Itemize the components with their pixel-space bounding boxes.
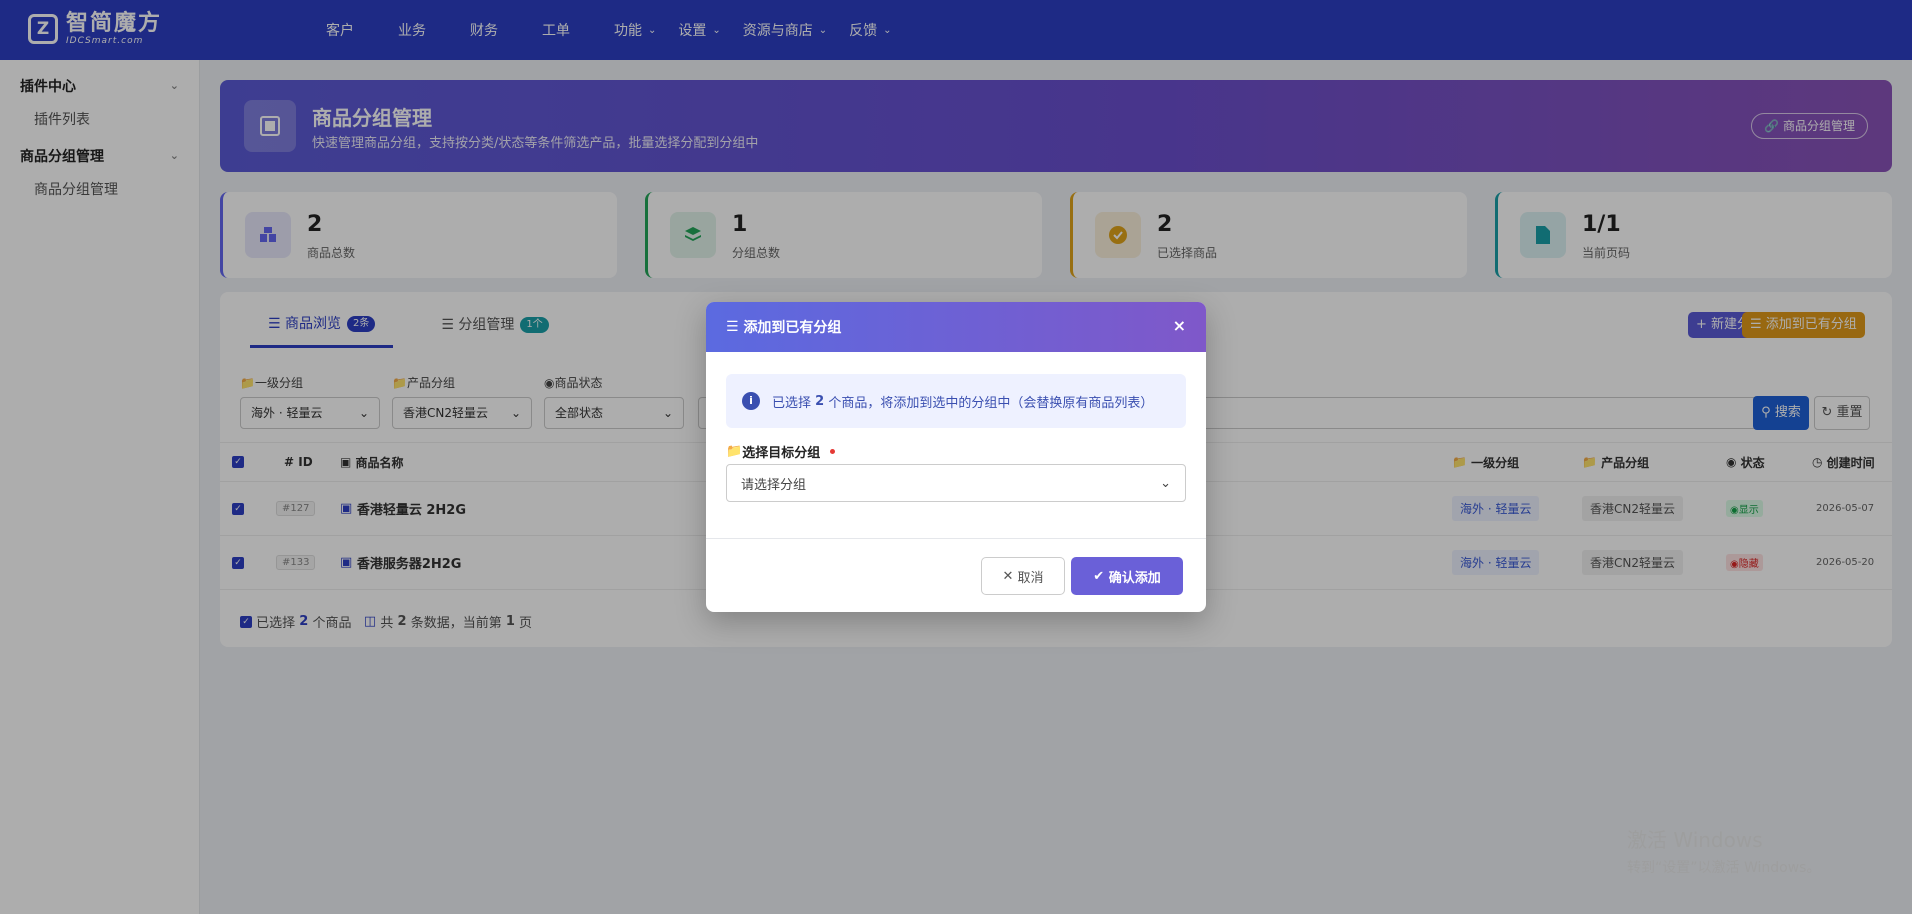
confirm-add-button[interactable]: ✔ 确认添加 — [1071, 557, 1183, 595]
chevron-down-icon: ⌄ — [1160, 475, 1171, 491]
modal-info-alert: i 已选择 2 个商品，将添加到选中的分组中（会替换原有商品列表） — [726, 374, 1186, 428]
info-icon: i — [742, 392, 760, 410]
modal-title: ☰ 添加到已有分组 — [726, 319, 842, 336]
check-icon: ✔ — [1093, 568, 1105, 584]
add-to-group-modal: ☰ 添加到已有分组 × i 已选择 2 个商品，将添加到选中的分组中（会替换原有… — [706, 302, 1206, 612]
folder-icon: 📁 — [726, 444, 743, 459]
close-icon: ✕ — [1002, 568, 1014, 584]
layers-icon: ☰ — [726, 319, 739, 335]
target-group-label: 📁 选择目标分组 — [726, 442, 836, 461]
required-dot — [830, 449, 836, 454]
target-group-select[interactable]: 请选择分组 ⌄ — [726, 464, 1186, 502]
modal-header: ☰ 添加到已有分组 × — [706, 302, 1206, 352]
cancel-button[interactable]: ✕ 取消 — [981, 557, 1065, 595]
close-icon[interactable]: × — [1173, 316, 1186, 335]
modal-divider — [706, 538, 1206, 539]
